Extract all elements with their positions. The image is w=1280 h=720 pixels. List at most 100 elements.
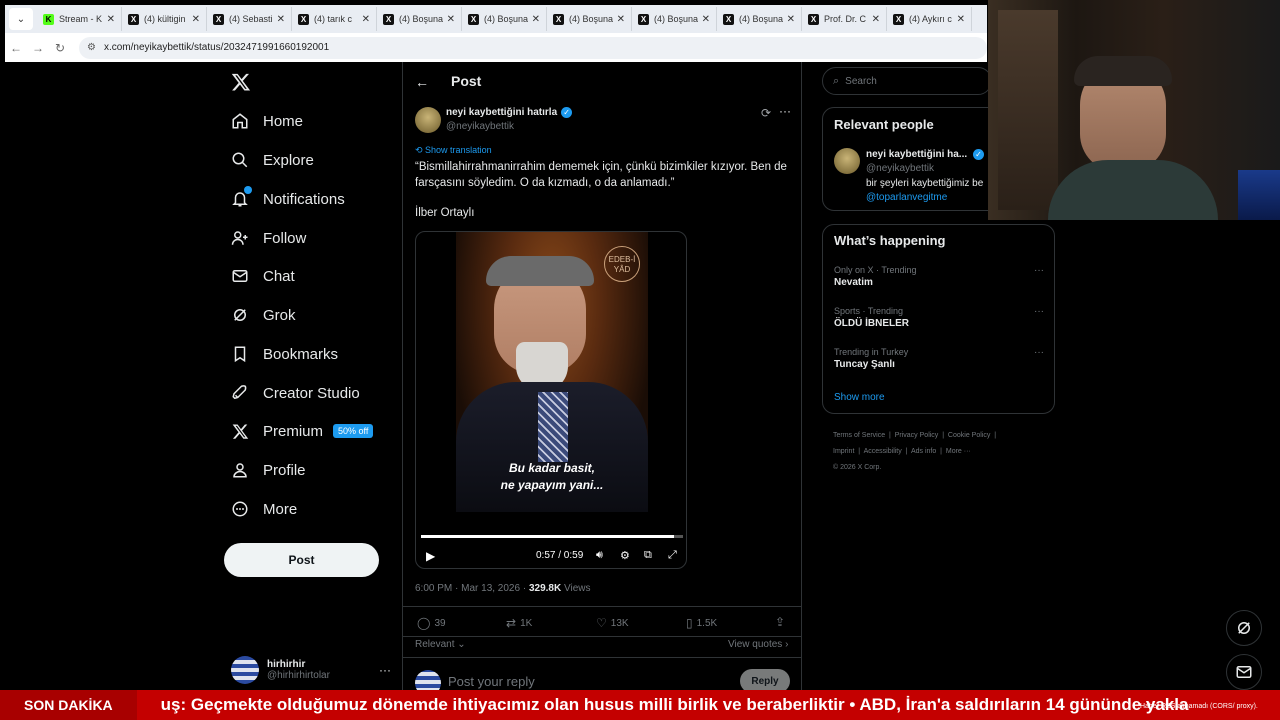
back-icon[interactable]: ← xyxy=(5,41,27,55)
messages-float-button[interactable] xyxy=(1226,654,1262,690)
nav-follow[interactable]: Follow xyxy=(230,220,306,256)
bookmark-action[interactable]: ▯ 1.5K xyxy=(686,616,717,630)
post-timestamp[interactable]: 6:00 PM · Mar 13, 2026 · xyxy=(415,583,529,594)
author-name-row[interactable]: neyi kaybettiğini hatırla ✓ xyxy=(446,107,573,118)
reply-input[interactable]: Post your reply xyxy=(448,674,535,689)
video-watermark: EDEB-İ YÂD xyxy=(604,246,640,282)
repost-action[interactable]: ⇄ 1K xyxy=(506,616,532,630)
browser-tab[interactable]: X (4) Aykırı c ✕ xyxy=(887,7,972,31)
trend-item[interactable]: Only on X · Trending Nevatim ··· xyxy=(834,265,1044,288)
browser-tab[interactable]: X (4) Boşuna ✕ xyxy=(632,7,717,31)
browser-tab[interactable]: X Prof. Dr. C ✕ xyxy=(802,7,887,31)
show-more-link[interactable]: Show more xyxy=(834,392,885,403)
person-icon xyxy=(230,460,250,480)
x-logo-icon[interactable] xyxy=(231,72,251,92)
nav-explore[interactable]: Explore xyxy=(230,142,314,178)
footer-copyright: © 2026 X Corp. xyxy=(833,464,882,471)
reload-icon[interactable]: ↻ xyxy=(49,41,71,55)
person-bio: bir şeyleri kaybettiğimiz be xyxy=(866,178,984,189)
browser-tab[interactable]: X (4) kültigin ✕ xyxy=(122,7,207,31)
nav-notifications[interactable]: Notifications xyxy=(230,181,345,217)
browser-tab[interactable]: X (4) tarık c ✕ xyxy=(292,7,377,31)
nav-home[interactable]: Home xyxy=(230,103,303,139)
tab-close-icon[interactable]: ✕ xyxy=(447,14,455,25)
url-field[interactable]: ⚙ x.com/neyikaybettik/status/20324719916… xyxy=(79,36,987,59)
video-player[interactable]: EDEB-İ YÂD Bu kadar basit, ne yapayım ya… xyxy=(415,231,687,569)
footer-ads[interactable]: Ads info xyxy=(911,448,936,455)
tab-close-icon[interactable]: ✕ xyxy=(872,14,880,25)
tab-close-icon[interactable]: ✕ xyxy=(362,14,370,25)
nav-creator-studio[interactable]: Creator Studio xyxy=(230,375,360,411)
browser-tab[interactable]: X (4) Boşuna ✕ xyxy=(462,7,547,31)
tab-list-button[interactable]: ⌄ xyxy=(9,8,33,30)
nav-grok[interactable]: Grok xyxy=(230,297,296,333)
reply-action[interactable]: ◯ 39 xyxy=(417,616,446,630)
browser-tab[interactable]: X (4) Boşuna ✕ xyxy=(547,7,632,31)
search-input[interactable]: ⌕ Search xyxy=(822,67,992,95)
nav-premium[interactable]: Premium 50% off xyxy=(230,413,374,449)
trend-item[interactable]: Trending in Turkey Tuncay Şanlı ··· xyxy=(834,347,1044,370)
account-more-icon[interactable]: ··· xyxy=(379,663,391,677)
tab-close-icon[interactable]: ✕ xyxy=(277,14,285,25)
play-icon[interactable]: ▶ xyxy=(426,549,435,563)
tab-close-icon[interactable]: ✕ xyxy=(617,14,625,25)
author-avatar[interactable] xyxy=(415,107,441,133)
footer-accessibility[interactable]: Accessibility xyxy=(864,448,902,455)
footer-tos[interactable]: Terms of Service xyxy=(833,432,885,439)
nav-bookmarks[interactable]: Bookmarks xyxy=(230,336,338,372)
volume-icon[interactable]: 🔊︎ xyxy=(596,549,603,562)
nav-profile[interactable]: Profile xyxy=(230,452,306,488)
page-title: Post xyxy=(451,73,482,89)
nav-more[interactable]: More xyxy=(230,491,297,527)
browser-tab[interactable]: X (4) Boşuna ✕ xyxy=(717,7,802,31)
tab-close-icon[interactable]: ✕ xyxy=(107,14,115,25)
video-progress-bar[interactable] xyxy=(421,535,683,538)
verified-badge-icon: ✓ xyxy=(973,149,984,160)
like-action[interactable]: ♡ 13K xyxy=(596,616,629,630)
trend-meta: Trending in Turkey xyxy=(834,347,909,357)
forward-icon[interactable]: → xyxy=(27,41,49,55)
site-info-icon[interactable]: ⚙ xyxy=(87,42,96,53)
grok-post-icon[interactable]: ⟳ xyxy=(761,106,771,120)
footer-more[interactable]: More ··· xyxy=(946,448,971,455)
post-button[interactable]: Post xyxy=(224,543,379,577)
person-avatar[interactable] xyxy=(834,148,860,174)
footer-imprint[interactable]: Imprint xyxy=(833,448,854,455)
tab-close-icon[interactable]: ✕ xyxy=(787,14,795,25)
tab-close-icon[interactable]: ✕ xyxy=(957,14,965,25)
fullscreen-icon[interactable]: ⤢ xyxy=(668,549,677,562)
back-arrow-icon[interactable]: ← xyxy=(415,74,429,90)
trend-more-icon[interactable]: ··· xyxy=(1034,306,1044,317)
tab-close-icon[interactable]: ✕ xyxy=(192,14,200,25)
x-favicon-icon: X xyxy=(383,13,394,25)
tab-close-icon[interactable]: ✕ xyxy=(702,14,710,25)
author-handle[interactable]: @neyikaybettik xyxy=(446,121,514,132)
trend-name: Nevatim xyxy=(834,277,873,288)
grok-float-button[interactable] xyxy=(1226,610,1262,646)
browser-tab[interactable]: X (4) Boşuna ✕ xyxy=(377,7,462,31)
trend-name: ÖLDÜ İBNELER xyxy=(834,318,909,329)
tab-close-icon[interactable]: ✕ xyxy=(532,14,540,25)
mail-icon xyxy=(230,266,250,286)
trend-more-icon[interactable]: ··· xyxy=(1034,265,1044,276)
nav-chat[interactable]: Chat xyxy=(230,258,295,294)
trend-item[interactable]: Sports · Trending ÖLDÜ İBNELER ··· xyxy=(834,306,1044,329)
footer-privacy[interactable]: Privacy Policy xyxy=(895,432,939,439)
browser-tab[interactable]: K Stream - K ✕ xyxy=(37,7,122,31)
account-switcher[interactable]: hirhirhir @hirhirhirtolar ··· xyxy=(231,655,391,685)
trend-more-icon[interactable]: ··· xyxy=(1034,347,1044,358)
browser-tab[interactable]: X (4) Sebasti ✕ xyxy=(207,7,292,31)
person-name[interactable]: neyi kaybettiğini ha... xyxy=(866,149,967,160)
footer-cookie[interactable]: Cookie Policy xyxy=(948,432,990,439)
show-translation-link[interactable]: ⟲ Show translation xyxy=(415,145,492,156)
pip-icon[interactable]: ⧉ xyxy=(644,549,652,562)
subtitle-line-2: ne yapayım yani... xyxy=(500,478,604,492)
share-icon[interactable]: ⇪ xyxy=(775,615,785,629)
account-avatar xyxy=(231,656,259,684)
settings-icon[interactable]: ⚙ xyxy=(620,549,630,562)
person-bio-link[interactable]: @toparlanvegitme xyxy=(866,192,947,203)
bell-icon xyxy=(230,186,252,209)
sort-replies-dropdown[interactable]: Relevant ⌄ xyxy=(415,639,466,650)
view-quotes-link[interactable]: View quotes › xyxy=(728,639,788,650)
post-more-icon[interactable]: ··· xyxy=(779,104,791,118)
